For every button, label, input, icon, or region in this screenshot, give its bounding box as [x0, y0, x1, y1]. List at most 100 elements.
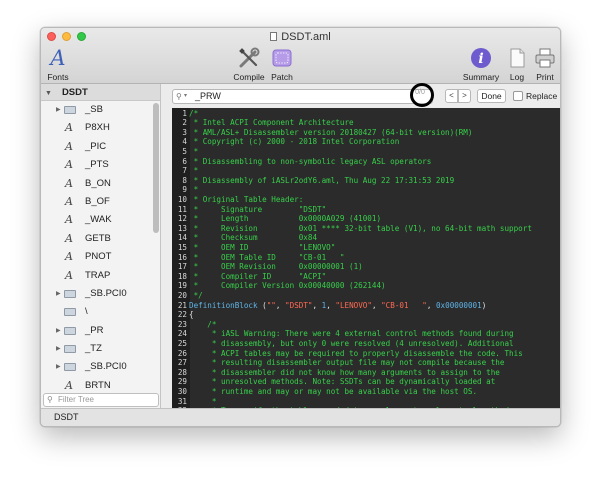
tree-item[interactable]: A GETB [41, 230, 153, 248]
find-next-button[interactable]: > [458, 89, 471, 103]
disclosure-right-icon[interactable]: ▶ [56, 358, 61, 376]
code-editor[interactable]: 1/* 2 * Intel ACPI Component Architecture… [172, 108, 560, 410]
disclosure-right-icon[interactable]: ▶ [56, 101, 61, 119]
tree-item[interactable]: ▶ _SB [41, 101, 153, 119]
tree-item[interactable]: ▶ _SB.PCI0 [41, 358, 153, 376]
search-options-icon[interactable]: ▾ [184, 90, 187, 103]
code-text: * OEM ID "LENOVO" [189, 242, 336, 252]
tree-item[interactable]: A P8XH [41, 119, 153, 137]
code-text: * disassembly, but only 0 were resolved … [189, 338, 514, 348]
line-number: 31 [177, 396, 187, 406]
code-text: * iASL Warning: There were 4 external co… [189, 329, 514, 339]
code-text: * [189, 396, 217, 406]
annotation-circle [410, 83, 434, 107]
code-text: * Original Table Header: [189, 194, 304, 204]
filter-tree-input[interactable]: ⚲ Filter Tree [43, 393, 159, 407]
tree-item[interactable]: A PNOT [41, 248, 153, 266]
code-line: 15 * OEM ID "LENOVO" [172, 242, 560, 253]
folder-icon [64, 106, 76, 114]
disclosure-down-icon[interactable]: ▼ [45, 90, 52, 97]
code-line: 31 * [172, 396, 560, 407]
disclosure-right-icon[interactable]: ▶ [56, 322, 61, 340]
info-icon: i [461, 46, 501, 70]
filter-placeholder: Filter Tree [58, 395, 95, 404]
code-line: 30 * runtime and may or may not be avail… [172, 386, 560, 397]
line-number: 20 [177, 290, 187, 300]
code-text: * disassembler did not know how many arg… [189, 367, 500, 377]
method-icon: A [65, 268, 73, 282]
code-text: * resulting disassembler output file may… [189, 358, 505, 368]
log-button[interactable]: Log [503, 46, 531, 82]
tree-item[interactable]: ▶ _PR [41, 322, 153, 340]
sidebar-root-item[interactable]: ▼ DSDT [41, 84, 160, 101]
tree-item[interactable]: A _PIC [41, 138, 153, 156]
tree-item[interactable]: ▶ _TZ [41, 340, 153, 358]
tree-item[interactable]: ▶ _SB.PCI0 [41, 285, 153, 303]
tree-item-label: B_OF [85, 195, 110, 207]
tree-item[interactable]: A _WAK [41, 211, 153, 229]
folder-icon [64, 345, 76, 354]
find-search-input[interactable]: ⚲ ▾ _PRW [172, 89, 433, 104]
fonts-icon: A [50, 46, 66, 70]
sidebar-scrollbar[interactable] [153, 103, 159, 233]
tree-item-label: _SB.PCI0 [85, 361, 127, 373]
disclosure-right-icon[interactable]: ▶ [56, 285, 61, 303]
title-bar: DSDT.aml A Fonts Compile Patch i Summary… [41, 28, 560, 84]
code-line: 19 * Compiler Version 0x00040000 (262144… [172, 281, 560, 291]
line-number: 27 [177, 358, 187, 368]
printer-icon [531, 46, 559, 70]
log-document-icon [503, 46, 531, 70]
method-icon: A [65, 139, 73, 153]
summary-button[interactable]: i Summary [461, 46, 501, 82]
fonts-button[interactable]: A Fonts [44, 46, 72, 82]
tree-item[interactable]: A BRTN [41, 377, 153, 390]
line-number: 30 [177, 386, 187, 396]
code-text: * Compiler Version 0x00040000 (262144) [189, 281, 386, 291]
method-icon: A [65, 176, 73, 190]
chevron-right-icon: > [462, 91, 467, 100]
tree-item[interactable]: A _PTS [41, 156, 153, 174]
done-button[interactable]: Done [477, 89, 506, 103]
code-line: 9 * [172, 185, 560, 195]
line-number: 1 [182, 108, 187, 118]
app-window: DSDT.aml A Fonts Compile Patch i Summary… [40, 27, 561, 427]
code-line: 4 * Copyright (c) 2000 - 2018 Intel Corp… [172, 137, 560, 147]
code-line: 3 * AML/ASL+ Disassembler version 201804… [172, 128, 560, 138]
tree-item[interactable]: A B_OF [41, 193, 153, 211]
replace-checkbox[interactable] [513, 91, 523, 101]
status-bar: DSDT [41, 408, 560, 426]
method-icon: A [65, 121, 73, 135]
code-token: , [426, 300, 436, 310]
line-number: 19 [177, 281, 187, 291]
code-text: DefinitionBlock ("", "DSDT", 1, "LENOVO"… [189, 301, 486, 310]
line-number: 28 [177, 367, 187, 377]
code-token: ) [481, 300, 487, 310]
code-line: 26 * ACPI tables may be required to prop… [172, 349, 560, 359]
tree-item[interactable]: A B_ON [41, 175, 153, 193]
tree-item-label: BRTN [85, 379, 111, 390]
code-text: * Copyright (c) 2000 - 2018 Intel Corpor… [189, 137, 400, 147]
tree-item-label: TRAP [85, 269, 111, 281]
compile-button[interactable]: Compile [231, 46, 267, 82]
code-token: , [312, 300, 322, 310]
tree-item[interactable]: \ [41, 303, 153, 321]
code-text: * runtime and may or may not be availabl… [189, 386, 478, 396]
method-icon: A [65, 231, 73, 245]
line-number: 5 [182, 146, 187, 156]
line-number: 15 [177, 242, 187, 252]
tree-item[interactable]: A TRAP [41, 267, 153, 285]
code-token: "" [266, 300, 276, 310]
find-previous-button[interactable]: < [445, 89, 458, 103]
code-line: 23 /* [172, 320, 560, 330]
patch-button[interactable]: Patch [267, 46, 297, 82]
tree-item-label: _SB.PCI0 [85, 287, 127, 299]
disclosure-right-icon[interactable]: ▶ [56, 340, 61, 358]
svg-text:i: i [478, 51, 483, 67]
folder-icon [64, 326, 76, 335]
print-button[interactable]: Print [531, 46, 559, 82]
tree-item-label: P8XH [85, 122, 110, 134]
sidebar-tree[interactable]: ▶ _SB A P8XH A _PIC A _PTS A B_ON A B_OF A _WAK… [41, 101, 153, 390]
code-line: 22{ [172, 310, 560, 320]
log-label: Log [509, 72, 525, 82]
line-number: 22 [177, 310, 187, 320]
